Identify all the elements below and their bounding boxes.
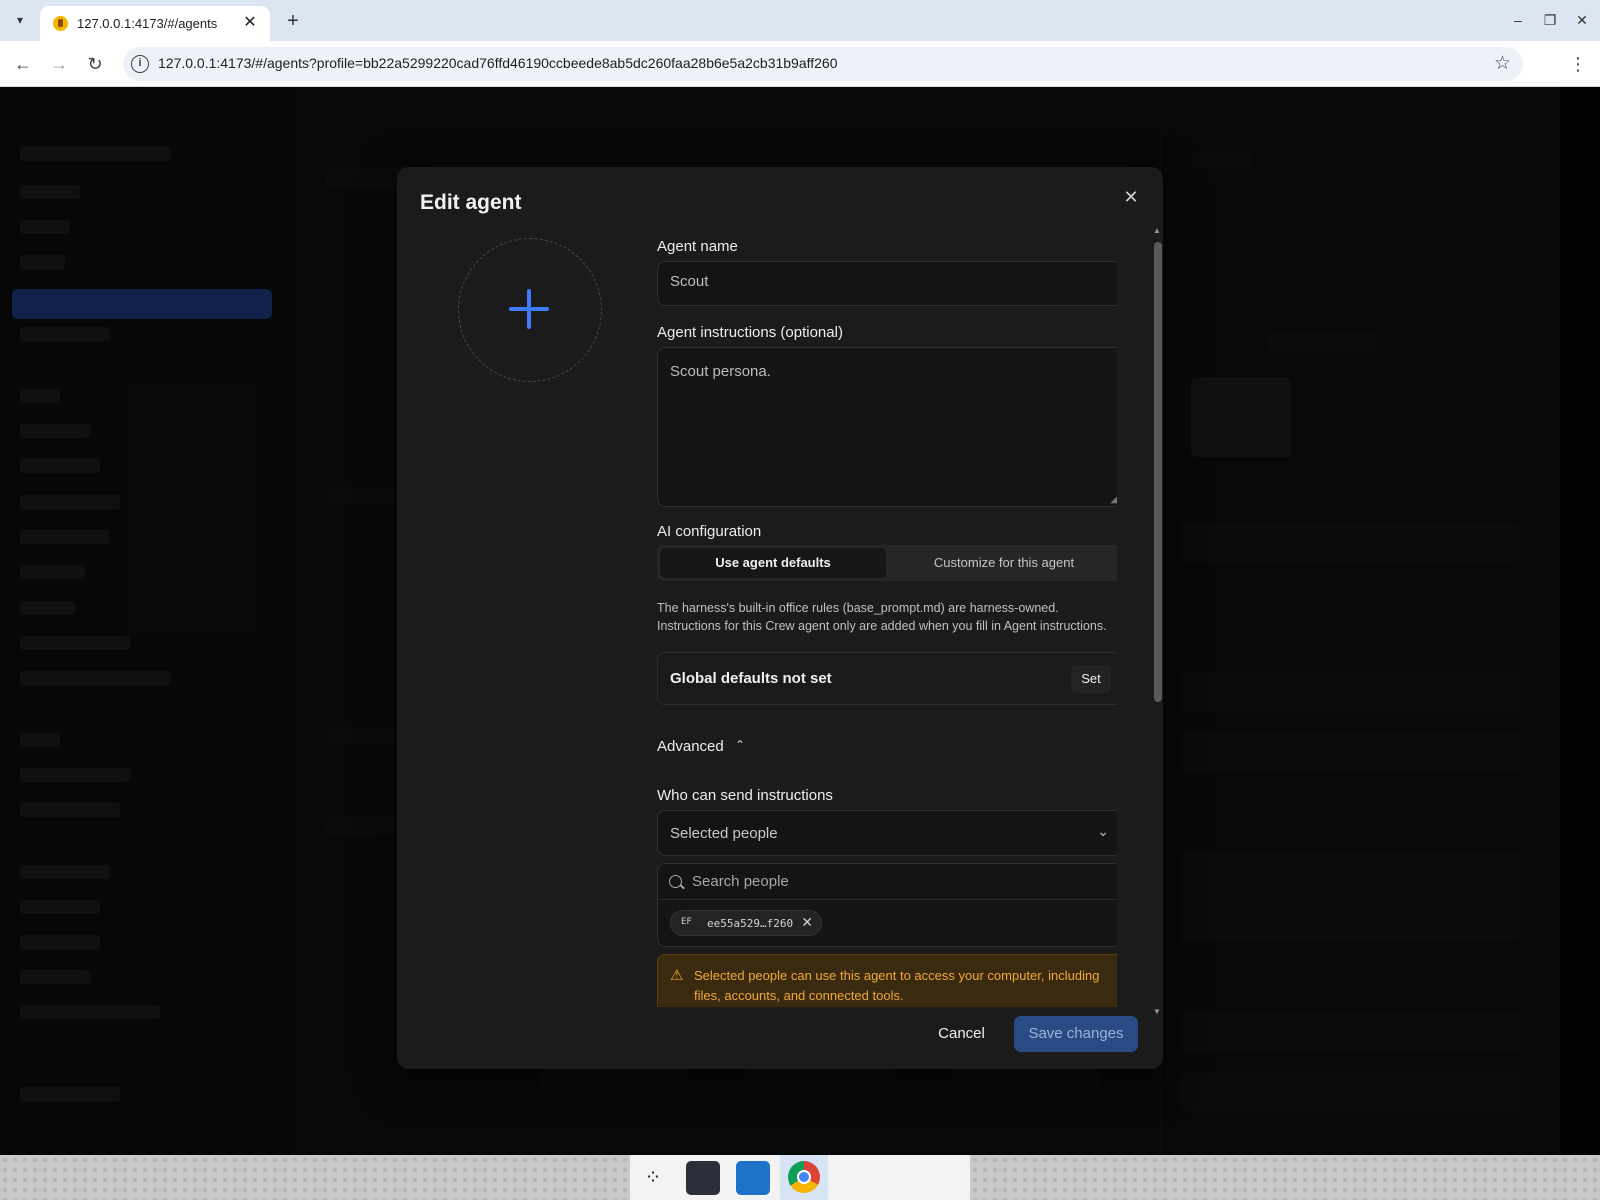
restore-icon[interactable]: ❐ (1538, 9, 1562, 31)
who-can-send-label: Who can send instructions (657, 787, 833, 804)
avatar-upload-button[interactable] (458, 238, 602, 382)
agent-name-label: Agent name (657, 238, 738, 255)
chevron-up-icon[interactable]: ⌃ (735, 738, 745, 752)
browser-tabstrip: ▾ 127.0.0.1:4173/#/agents ✕ + – ❐ ✕ (0, 0, 1600, 41)
remove-person-icon[interactable]: ✕ (801, 914, 813, 931)
tab-customize-agent[interactable]: Customize for this agent (889, 548, 1117, 578)
global-defaults-title: Global defaults not set (670, 670, 832, 687)
ai-config-help: The harness's built-in office rules (bas… (657, 599, 1117, 635)
bookmark-star-icon[interactable]: ☆ (1494, 52, 1511, 75)
people-picker: Search people EF ee55a529…f260 ✕ (657, 863, 1117, 947)
advanced-toggle[interactable]: Advanced (657, 738, 724, 755)
chrome-app-slot[interactable] (780, 1155, 828, 1200)
help-line-1: The harness's built-in office rules (bas… (657, 601, 1059, 615)
agent-instructions-textarea[interactable]: Scout persona. ◢ (657, 347, 1117, 507)
who-can-send-value: Selected people (670, 825, 778, 842)
launcher-icon[interactable]: ⁘ (636, 1161, 670, 1195)
global-defaults-card: Global defaults not set Set (657, 652, 1117, 705)
back-icon[interactable]: ← (10, 51, 36, 77)
chip-id: ee55a529…f260 (707, 917, 794, 930)
favicon-icon (53, 16, 68, 31)
chevron-down-icon: ⌄ (1097, 823, 1109, 839)
search-people-input[interactable]: Search people (658, 864, 1117, 900)
warning-text: Selected people can use this agent to ac… (694, 968, 1100, 1003)
agent-name-value: Scout (670, 273, 709, 290)
agent-instructions-label: Agent instructions (optional) (657, 324, 843, 341)
site-info-icon[interactable]: i (131, 55, 149, 73)
close-icon[interactable]: ✕ (1118, 184, 1144, 210)
ai-config-toggle: Use agent defaults Customize for this ag… (657, 545, 1117, 581)
who-can-send-select[interactable]: Selected people ⌄ (657, 810, 1117, 856)
tab-search-menu-icon[interactable]: ▾ (10, 10, 30, 30)
search-people-placeholder: Search people (692, 873, 789, 890)
agent-instructions-value: Scout persona. (670, 363, 771, 380)
new-tab-icon[interactable]: + (281, 9, 305, 33)
save-changes-button[interactable]: Save changes (1014, 1016, 1138, 1052)
selected-person-chip: EF ee55a529…f260 ✕ (670, 910, 822, 936)
agent-form: Agent name Scout Agent instructions (opt… (647, 227, 1117, 1007)
scroll-up-icon[interactable]: ▲ (1153, 226, 1161, 235)
ai-configuration-label: AI configuration (657, 523, 762, 540)
warning-icon: ⚠ (670, 967, 684, 984)
scroll-down-icon[interactable]: ▼ (1153, 1007, 1161, 1016)
os-taskbar: ⁘ (0, 1155, 1600, 1200)
url-text: 127.0.0.1:4173/#/agents?profile=bb22a529… (158, 55, 838, 71)
minimize-icon[interactable]: – (1506, 9, 1530, 31)
dialog-title: Edit agent (420, 191, 522, 214)
forward-icon[interactable]: → (46, 51, 72, 77)
scroll-thumb[interactable] (1154, 242, 1162, 702)
taskbar-apps: ⁘ (630, 1155, 970, 1200)
settings-app-icon[interactable] (686, 1161, 720, 1195)
search-icon (669, 875, 682, 888)
browser-toolbar: ← → ↻ i 127.0.0.1:4173/#/agents?profile=… (0, 41, 1600, 87)
window-close-icon[interactable]: ✕ (1570, 9, 1594, 31)
cancel-button[interactable]: Cancel (924, 1016, 999, 1052)
reload-icon[interactable]: ↻ (82, 51, 108, 77)
edit-agent-dialog: Edit agent ✕ Agent name Scout Agent inst… (397, 167, 1163, 1069)
file-manager-icon[interactable] (736, 1161, 770, 1195)
tab-title: 127.0.0.1:4173/#/agents (77, 16, 218, 31)
agent-name-input[interactable]: Scout (657, 261, 1117, 306)
help-line-2: Instructions for this Crew agent only ar… (657, 619, 1107, 633)
set-defaults-button[interactable]: Set (1071, 665, 1111, 693)
resize-handle-icon[interactable]: ◢ (1110, 494, 1117, 505)
tab-close-icon[interactable]: ✕ (240, 13, 260, 33)
browser-menu-icon[interactable]: ⋮ (1568, 51, 1588, 77)
plus-icon (509, 289, 549, 329)
browser-tab-active[interactable]: 127.0.0.1:4173/#/agents ✕ (40, 6, 270, 41)
address-bar[interactable]: i 127.0.0.1:4173/#/agents?profile=bb22a5… (123, 47, 1523, 81)
access-warning: ⚠ Selected people can use this agent to … (657, 954, 1117, 1007)
chip-initials: EF (681, 917, 692, 927)
dialog-scrollbar[interactable]: ▲ ▼ (1153, 226, 1163, 1016)
tab-use-agent-defaults[interactable]: Use agent defaults (660, 548, 886, 578)
chrome-icon (788, 1161, 820, 1193)
